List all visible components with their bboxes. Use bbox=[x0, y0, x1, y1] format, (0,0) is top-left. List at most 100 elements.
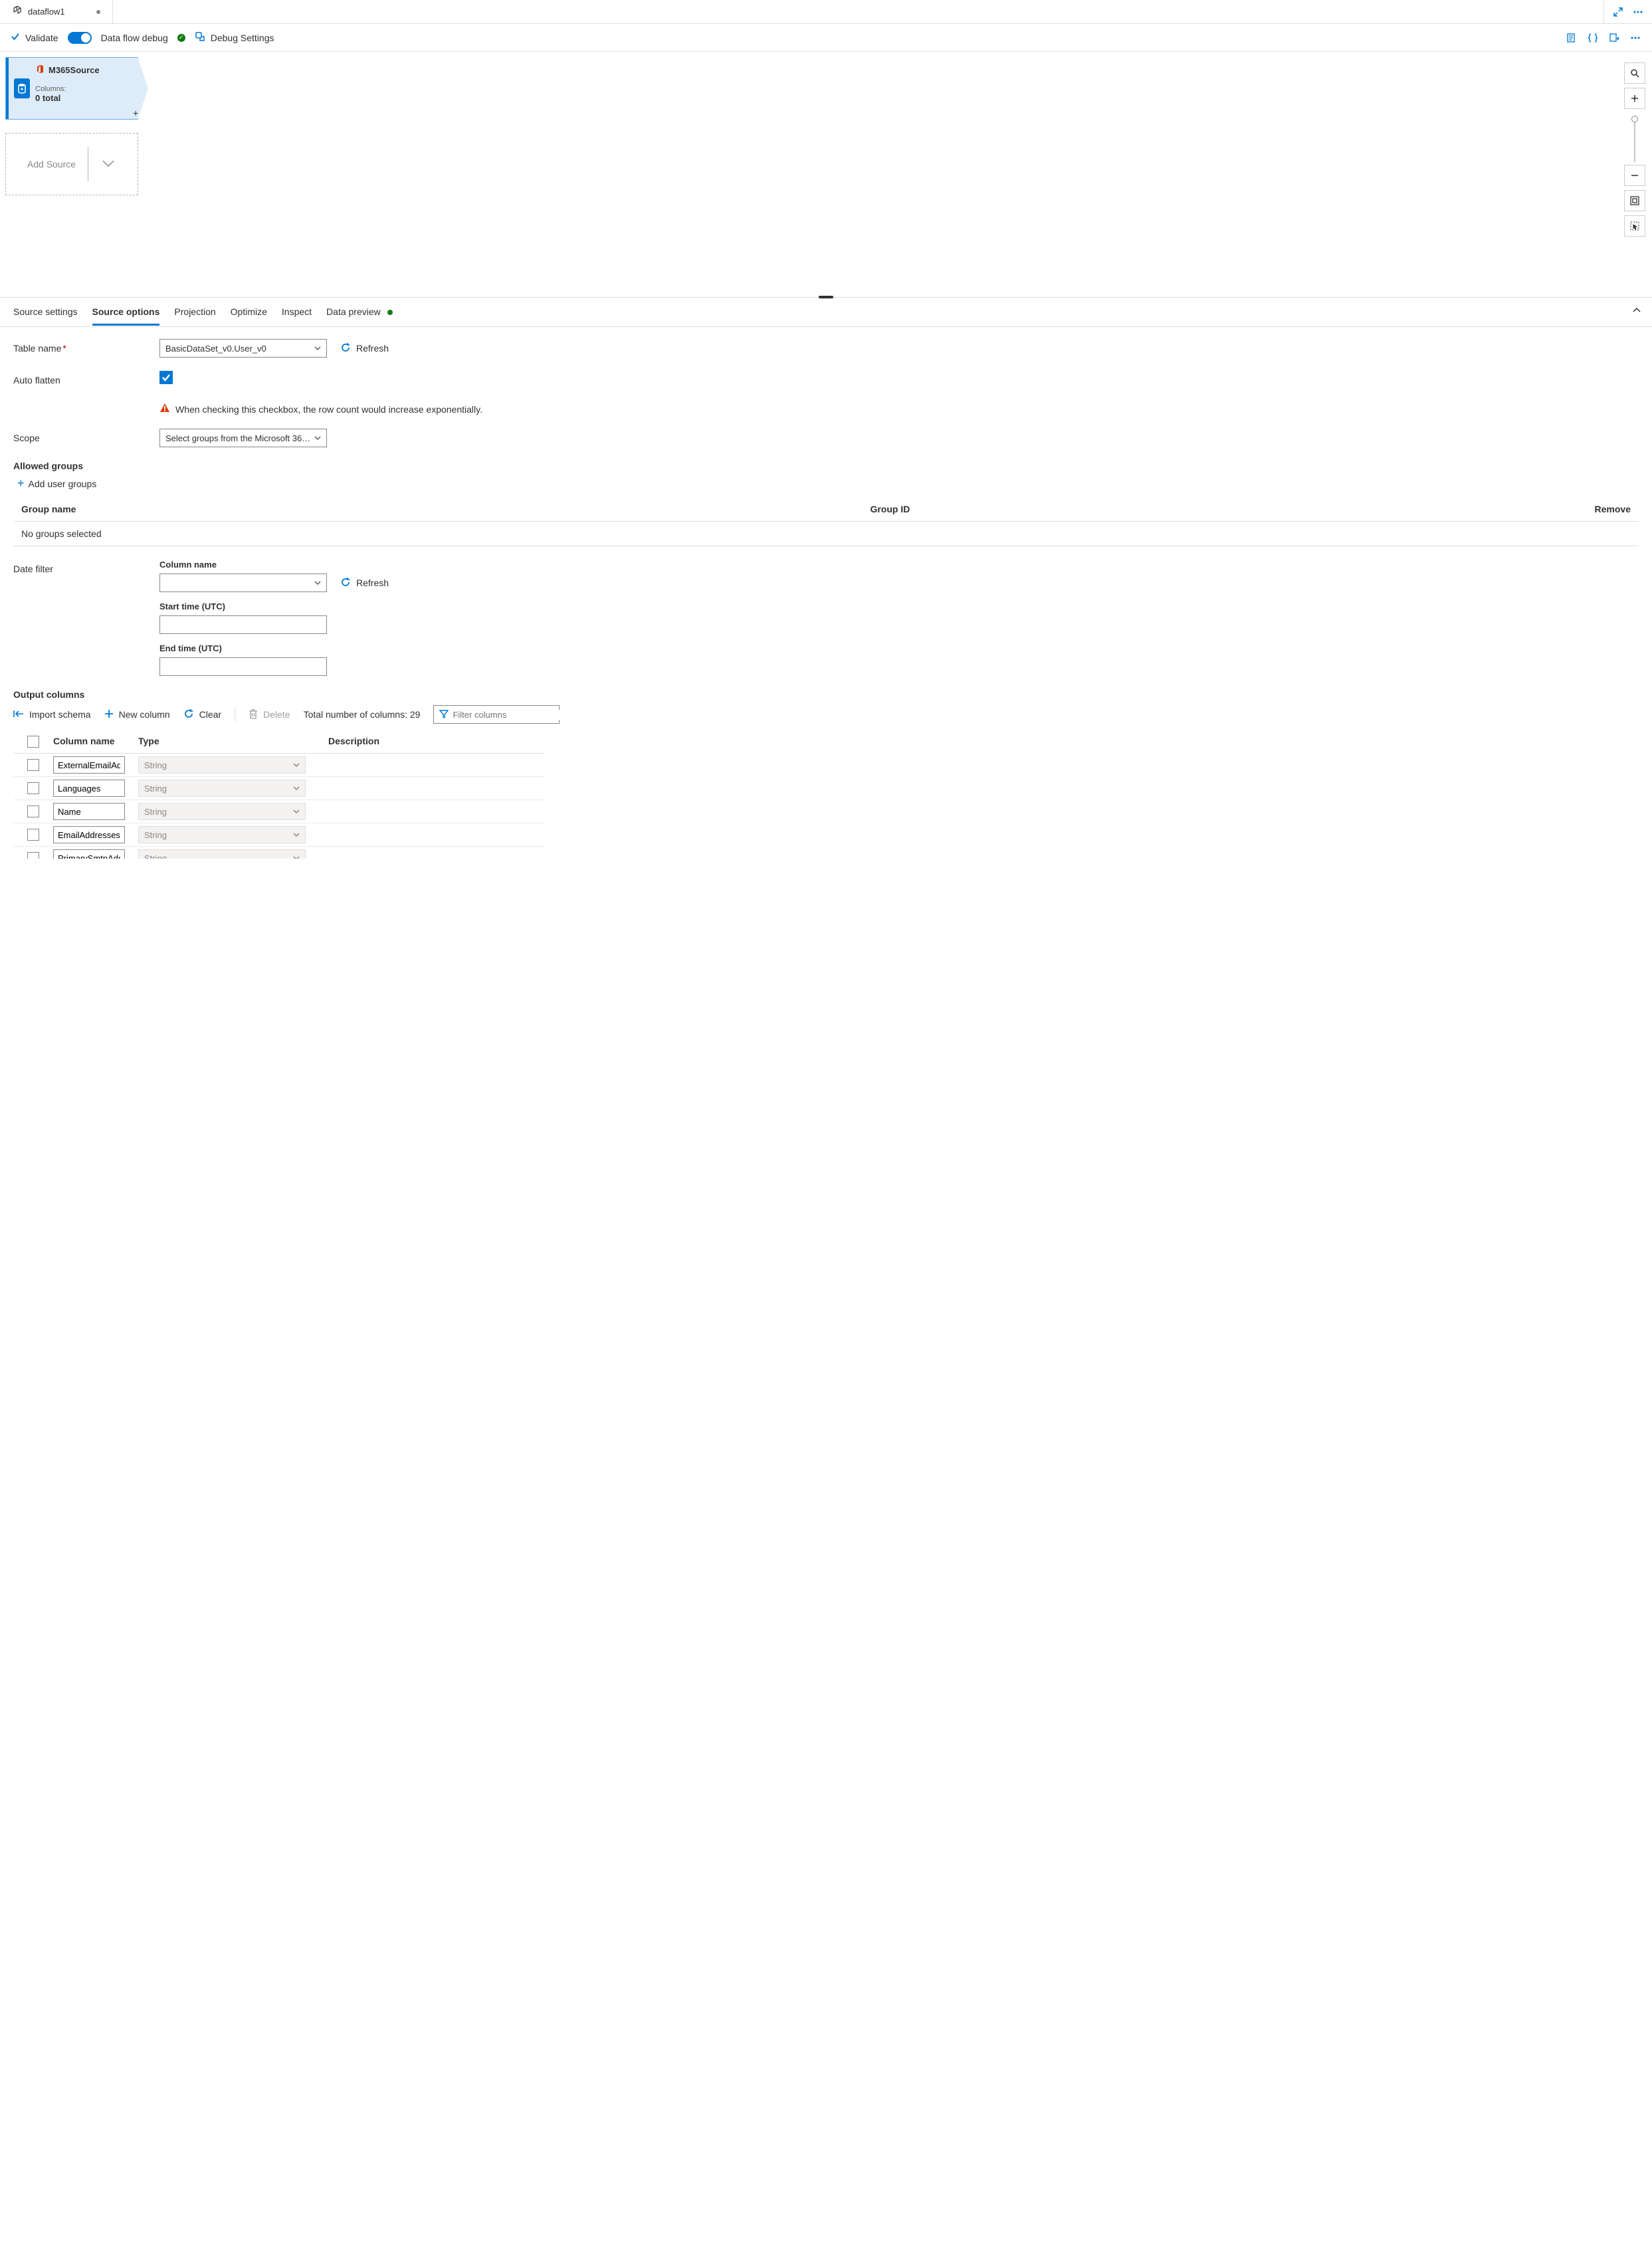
export-icon[interactable] bbox=[1608, 32, 1620, 44]
allowed-groups-label: Allowed groups bbox=[13, 461, 1639, 471]
import-schema-button[interactable]: Import schema bbox=[13, 709, 91, 720]
tab-data-preview[interactable]: Data preview bbox=[326, 306, 393, 318]
type-header: Type bbox=[138, 736, 328, 748]
validate-button[interactable]: Validate bbox=[11, 32, 58, 43]
check-icon bbox=[11, 32, 20, 43]
script-icon[interactable] bbox=[1566, 32, 1578, 44]
select-button[interactable] bbox=[1624, 215, 1645, 237]
column-name-input[interactable] bbox=[53, 826, 125, 843]
column-name-input[interactable] bbox=[53, 803, 125, 820]
tab-projection[interactable]: Projection bbox=[174, 306, 215, 318]
data-preview-label: Data preview bbox=[326, 306, 381, 317]
braces-icon[interactable] bbox=[1587, 32, 1599, 44]
row-checkbox[interactable] bbox=[27, 852, 39, 859]
datasource-icon bbox=[14, 78, 30, 98]
row-checkbox[interactable] bbox=[27, 782, 39, 794]
table-row: String bbox=[13, 754, 545, 777]
scope-label: Scope bbox=[13, 429, 146, 443]
groups-table: Group name Group ID Remove No groups sel… bbox=[13, 497, 1639, 546]
tab-actions bbox=[1603, 0, 1652, 23]
end-time-label: End time (UTC) bbox=[159, 643, 327, 653]
group-remove-header: Remove bbox=[1578, 504, 1631, 514]
node-arrow bbox=[138, 57, 148, 120]
new-column-button[interactable]: New column bbox=[104, 709, 170, 720]
debug-settings-button[interactable]: Debug Settings bbox=[195, 31, 274, 44]
clear-button[interactable]: Clear bbox=[183, 708, 221, 721]
chevron-down-icon[interactable] bbox=[100, 156, 116, 173]
filter-textbox[interactable] bbox=[453, 710, 569, 720]
add-source-button[interactable]: Add Source bbox=[5, 133, 138, 195]
filter-columns-input[interactable] bbox=[433, 705, 560, 724]
zoom-handle[interactable] bbox=[1631, 116, 1638, 122]
tab-bar: dataflow1 bbox=[0, 0, 1652, 24]
validate-label: Validate bbox=[25, 33, 58, 43]
file-tab[interactable]: dataflow1 bbox=[0, 0, 113, 23]
collapse-panel-button[interactable] bbox=[1632, 306, 1641, 317]
groups-header: Group name Group ID Remove bbox=[13, 497, 1639, 521]
chevron-down-icon bbox=[314, 345, 321, 352]
node-columns-value: 0 total bbox=[35, 93, 132, 103]
start-time-input[interactable] bbox=[159, 615, 327, 634]
row-checkbox[interactable] bbox=[27, 759, 39, 771]
table-name-select[interactable]: BasicDataSet_v0.User_v0 bbox=[159, 339, 327, 358]
date-filter-label: Date filter bbox=[13, 560, 146, 574]
refresh-icon bbox=[183, 708, 194, 721]
column-name-input[interactable] bbox=[53, 756, 125, 774]
column-type-select[interactable]: String bbox=[138, 780, 306, 797]
toolbar-more-icon[interactable] bbox=[1629, 32, 1641, 44]
fit-button[interactable] bbox=[1624, 190, 1645, 211]
zoom-out-button[interactable] bbox=[1624, 165, 1645, 186]
add-step-button[interactable]: + bbox=[133, 108, 138, 118]
scope-value: Select groups from the Microsoft 36… bbox=[165, 433, 310, 443]
column-type-select[interactable]: String bbox=[138, 849, 306, 859]
canvas[interactable]: M365Source Columns: 0 total + Add Source bbox=[0, 52, 1652, 298]
refresh-table-button[interactable]: Refresh bbox=[340, 342, 389, 355]
debug-toggle[interactable] bbox=[68, 32, 92, 44]
row-checkbox[interactable] bbox=[27, 829, 39, 841]
group-name-header: Group name bbox=[21, 504, 870, 514]
expand-icon[interactable] bbox=[1612, 6, 1624, 18]
tab-optimize[interactable]: Optimize bbox=[231, 306, 267, 318]
column-name-input[interactable] bbox=[53, 849, 125, 859]
row-checkbox[interactable] bbox=[27, 805, 39, 817]
column-type-select[interactable]: String bbox=[138, 826, 306, 843]
scope-select[interactable]: Select groups from the Microsoft 36… bbox=[159, 429, 327, 447]
debug-settings-icon bbox=[195, 31, 205, 44]
column-name-select[interactable] bbox=[159, 574, 327, 592]
add-user-groups-button[interactable]: + Add user groups bbox=[17, 477, 1639, 490]
refresh-columns-button[interactable]: Refresh bbox=[340, 577, 389, 589]
zoom-slider[interactable] bbox=[1634, 116, 1635, 162]
clear-label: Clear bbox=[199, 709, 221, 720]
node-body: M365Source Columns: 0 total bbox=[35, 58, 138, 119]
details-panel: Source settings Source options Projectio… bbox=[0, 298, 1652, 859]
end-time-input[interactable] bbox=[159, 657, 327, 676]
refresh-label: Refresh bbox=[356, 578, 389, 588]
table-name-value: BasicDataSet_v0.User_v0 bbox=[165, 344, 266, 354]
filter-icon bbox=[439, 709, 449, 720]
output-columns-table: Column name Type Description StringStrin… bbox=[13, 730, 545, 859]
zoom-in-button[interactable] bbox=[1624, 88, 1645, 109]
column-name-label: Column name bbox=[159, 560, 389, 570]
column-type-select[interactable]: String bbox=[138, 756, 306, 774]
office-icon bbox=[35, 64, 45, 76]
select-all-checkbox[interactable] bbox=[27, 736, 39, 748]
unsaved-indicator bbox=[96, 10, 100, 14]
debug-settings-label: Debug Settings bbox=[211, 33, 274, 43]
auto-flatten-checkbox[interactable] bbox=[159, 371, 173, 384]
source-node[interactable]: M365Source Columns: 0 total bbox=[5, 57, 138, 120]
plus-icon bbox=[104, 709, 114, 720]
source-options-form: Table name* BasicDataSet_v0.User_v0 Refr… bbox=[0, 327, 1652, 859]
table-row: String bbox=[13, 823, 545, 847]
tab-source-options[interactable]: Source options bbox=[92, 306, 160, 326]
column-type-select[interactable]: String bbox=[138, 803, 306, 820]
tab-source-settings[interactable]: Source settings bbox=[13, 306, 78, 318]
more-icon[interactable] bbox=[1632, 6, 1644, 18]
tab-inspect[interactable]: Inspect bbox=[282, 306, 312, 318]
column-name-input[interactable] bbox=[53, 780, 125, 797]
delete-label: Delete bbox=[263, 709, 290, 720]
column-count: Total number of columns: 29 bbox=[304, 709, 421, 720]
tab-title: dataflow1 bbox=[28, 7, 65, 17]
groups-empty-row: No groups selected bbox=[13, 521, 1639, 546]
table-row: String bbox=[13, 800, 545, 823]
search-canvas-button[interactable] bbox=[1624, 62, 1645, 84]
